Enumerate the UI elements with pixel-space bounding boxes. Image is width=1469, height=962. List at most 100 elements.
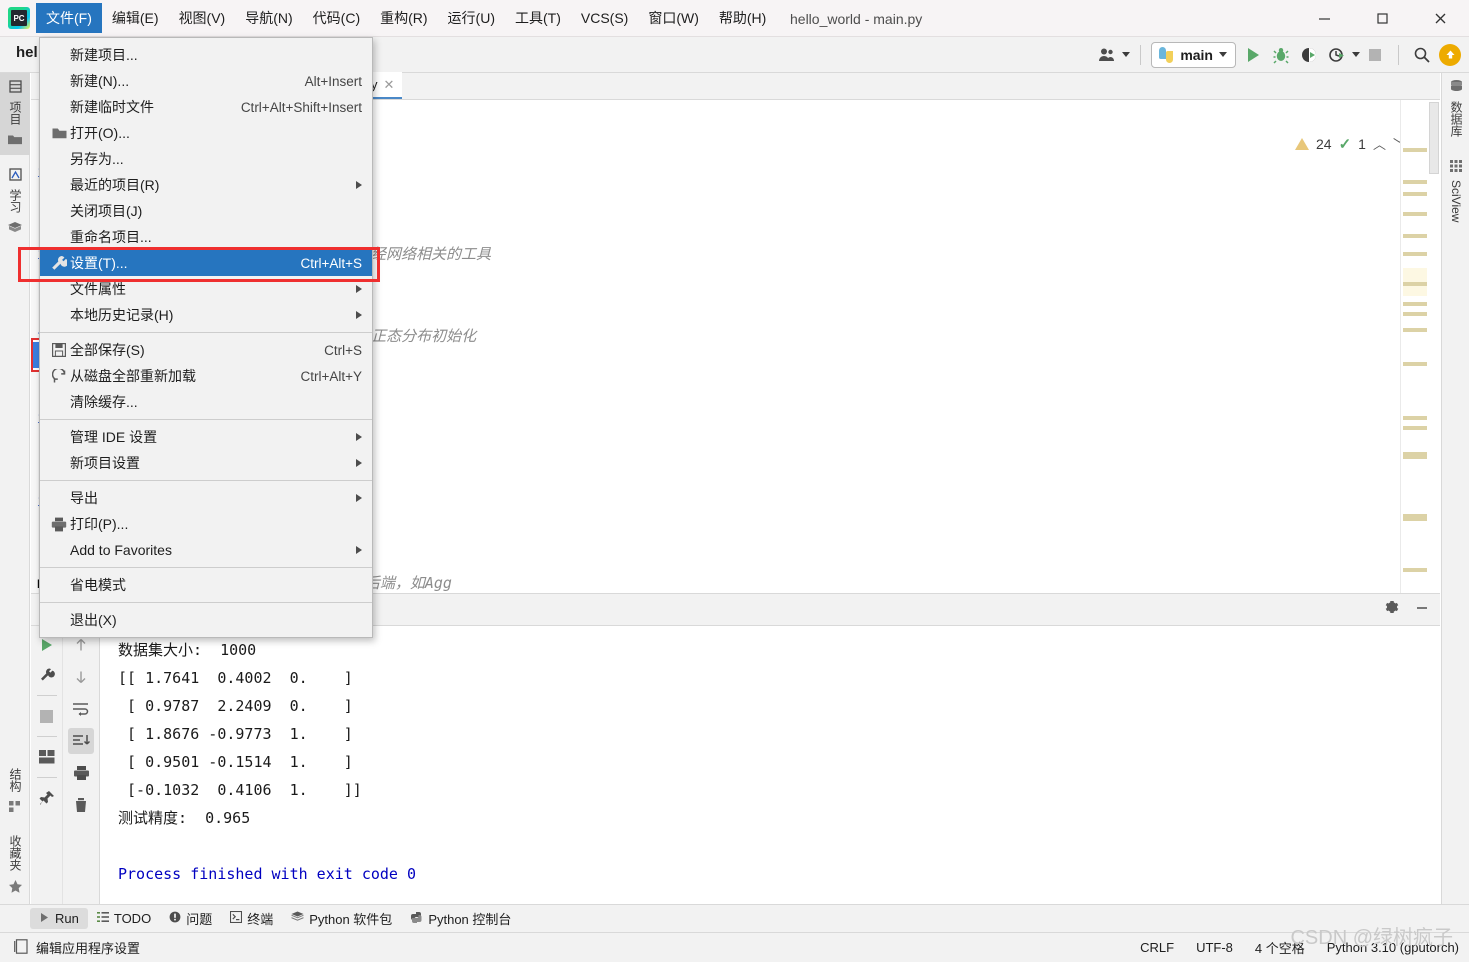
sidebar-item-favorites[interactable]: 收藏夹 [0,829,30,903]
tool-window-todo[interactable]: TODO [88,908,160,929]
minimize-button[interactable] [1295,0,1353,37]
menu-item-save-all[interactable]: 全部保存(S) Ctrl+S [40,337,372,363]
search-everywhere-button[interactable] [1409,42,1435,68]
menu-run[interactable]: 运行(U) [438,3,505,33]
profile-chevron-down-icon[interactable] [1352,52,1360,57]
close-icon[interactable]: ✕ [384,77,395,93]
menu-item-file-properties[interactable]: 文件属性 [40,276,372,302]
menu-item-settings[interactable]: 设置(T)... Ctrl+Alt+S [40,250,372,276]
run-with-coverage-button[interactable] [1296,42,1322,68]
tool-window-python-console-label: Python 控制台 [428,912,512,927]
menu-item-exit[interactable]: 退出(X) [40,607,372,633]
menu-item-new-projects-settings[interactable]: 新项目设置 [40,450,372,476]
soft-wrap-button[interactable] [68,696,94,722]
menu-item-local-history[interactable]: 本地历史记录(H) [40,302,372,328]
menu-code[interactable]: 代码(C) [303,3,370,33]
avatar-chevron-down-icon[interactable] [1122,52,1131,57]
menu-item-label: 管理 IDE 设置 [70,429,158,445]
encoding-indicator[interactable]: UTF-8 [1196,940,1233,955]
menu-navigate[interactable]: 导航(N) [235,3,302,33]
menu-view[interactable]: 视图(V) [169,3,236,33]
sidebar-item-project[interactable]: 项目 [0,73,30,155]
menu-item-shortcut: Ctrl+Alt+Y [300,368,362,384]
menu-window[interactable]: 窗口(W) [638,3,709,33]
menu-item-close-project[interactable]: 关闭项目(J) [40,198,372,224]
menu-item-new-scratch-file[interactable]: 新建临时文件 Ctrl+Alt+Shift+Insert [40,94,372,120]
menu-item-recent-projects[interactable]: 最近的项目(R) [40,172,372,198]
toolbar-right-group: main [1094,41,1463,68]
tool-window-problems[interactable]: 问题 [160,906,221,931]
sidebar-item-structure[interactable]: 结构 [0,762,30,823]
menu-edit[interactable]: 编辑(E) [102,3,169,33]
rail-marker [1403,362,1427,366]
run-actions-column-1 [31,626,63,907]
menu-item-save-as[interactable]: 另存为... [40,146,372,172]
close-button[interactable] [1411,0,1469,37]
line-separator-indicator[interactable]: CRLF [1140,940,1174,955]
menu-item-export[interactable]: 导出 [40,485,372,511]
menu-vcs[interactable]: VCS(S) [571,3,638,33]
menu-file[interactable]: 文件(F) [36,2,102,34]
maximize-button[interactable] [1353,0,1411,37]
down-the-stack-trace-button[interactable] [68,664,94,690]
run-triangle-icon [1247,47,1259,62]
editor-marker-rail[interactable] [1400,100,1428,593]
prev-problem-icon[interactable]: ︿ [1373,134,1386,153]
clear-all-button[interactable] [68,792,94,818]
sidebar-item-learn[interactable]: 学习 [0,161,30,242]
debug-button[interactable] [1268,42,1294,68]
inspection-status-widget[interactable]: 24 ✓ 1 ︿ ﹀ [1291,132,1410,155]
edit-configurations-button[interactable] [34,662,60,688]
run-button[interactable] [1240,42,1266,68]
update-available-button[interactable] [1437,42,1463,68]
menu-item-label: 打印(P)... [70,516,129,532]
menu-help[interactable]: 帮助(H) [709,3,776,33]
menu-item-add-to-favorites[interactable]: Add to Favorites [40,537,372,563]
menu-tools[interactable]: 工具(T) [505,3,571,33]
menu-item-power-save-mode[interactable]: 省电模式 [40,572,372,598]
menu-item-new[interactable]: 新建(N)... Alt+Insert [40,68,372,94]
tool-window-python-console[interactable]: Python 控制台 [401,906,520,931]
scroll-to-end-button[interactable] [68,728,94,754]
menu-item-open[interactable]: 打开(O)... [40,120,372,146]
user-avatar-icon[interactable] [1094,42,1120,68]
editor-vertical-scrollbar[interactable] [1428,100,1440,593]
menu-item-label: 新项目设置 [70,455,140,471]
tool-window-run[interactable]: Run [30,908,88,929]
pin-tab-button[interactable] [34,785,60,811]
tool-window-python-packages[interactable]: Python 软件包 [282,906,401,931]
menu-item-shortcut: Ctrl+S [324,342,362,358]
interpreter-indicator[interactable]: Python 3.10 (gputorch) [1327,940,1459,955]
sidebar-item-database[interactable]: 数据库 [1442,73,1469,143]
rail-marker [1403,328,1427,332]
console-line: [ 1.8676 -0.9773 1. ] [118,725,353,743]
menu-item-rename-project[interactable]: 重命名项目... [40,224,372,250]
stop-button[interactable] [1362,42,1388,68]
menu-item-reload-all-from-disk[interactable]: 从磁盘全部重新加载 Ctrl+Alt+Y [40,363,372,389]
sidebar-item-sciview[interactable]: SciView [1442,153,1469,228]
menu-item-new-project[interactable]: 新建项目... [40,42,372,68]
indent-indicator[interactable]: 4 个空格 [1255,938,1305,957]
menu-item-label: 设置(T)... [70,255,128,271]
tool-window-terminal[interactable]: 终端 [221,906,282,931]
menu-item-shortcut: Ctrl+Alt+Shift+Insert [240,99,362,115]
sidebar-item-sciview-label: SciView [1449,180,1463,223]
graduation-cap-icon [7,221,23,236]
menu-item-label: 最近的项目(R) [70,177,160,193]
profile-button[interactable] [1324,42,1350,68]
settings-gear-icon[interactable] [1384,600,1400,619]
stop-process-button[interactable] [34,703,60,729]
python-packages-icon [291,911,304,926]
menu-item-print[interactable]: 打印(P)... [40,511,372,537]
run-configuration-selector[interactable]: main [1151,41,1236,68]
menu-refactor[interactable]: 重构(R) [370,3,437,33]
left-tool-stripe: 项目 学习 结构 收藏夹 [0,73,30,907]
menu-item-label: 全部保存(S) [70,342,145,358]
print-button[interactable] [68,760,94,786]
menu-item-manage-ide-settings[interactable]: 管理 IDE 设置 [40,424,372,450]
console-output[interactable]: 数据集大小: 1000 [[ 1.7641 0.4002 0. ] [ 0.97… [100,626,1440,907]
status-bar-right: CRLF UTF-8 4 个空格 Python 3.10 (gputorch) [1140,938,1459,957]
menu-item-invalidate-caches[interactable]: 清除缓存... [40,389,372,415]
layout-settings-button[interactable] [34,744,60,770]
minimize-panel-icon[interactable] [1414,600,1430,619]
